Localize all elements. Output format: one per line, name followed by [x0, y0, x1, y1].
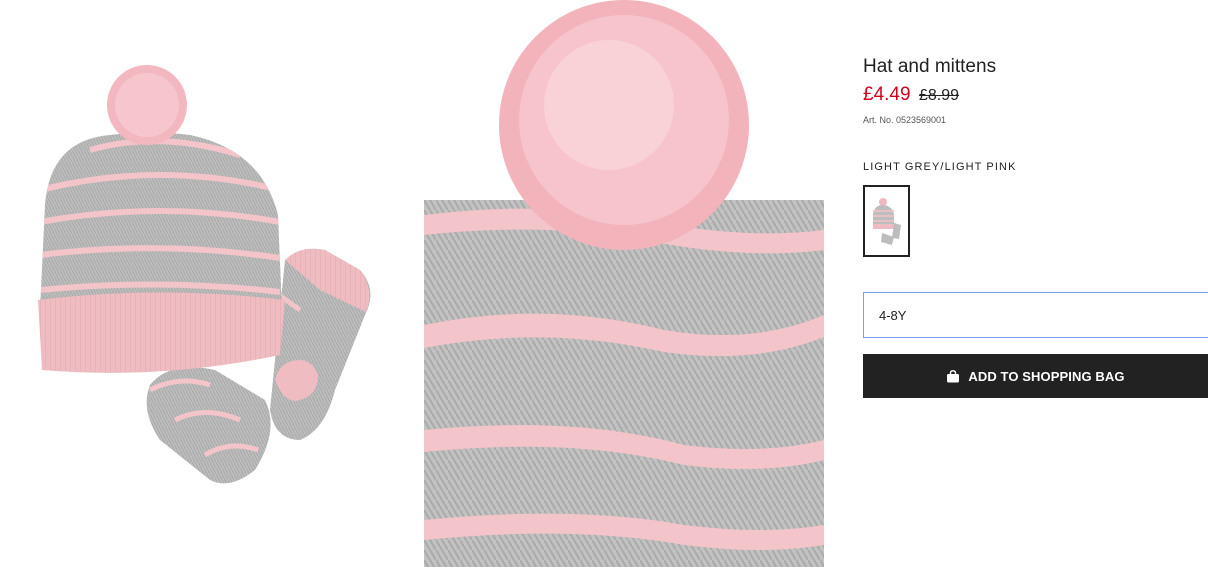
add-to-shopping-bag-button[interactable]: ADD TO SHOPPING BAG [863, 354, 1208, 398]
shopping-bag-icon [946, 369, 960, 383]
color-swatch-light-grey-light-pink[interactable] [863, 185, 910, 257]
product-title: Hat and mittens [863, 56, 997, 77]
size-selector-value: 4-8Y [879, 307, 907, 323]
swatch-thumbnail [873, 198, 901, 245]
product-details-panel: Hat and mittens £4.49 £8.99 Art. No. 052… [863, 0, 1208, 567]
product-image-main[interactable] [0, 0, 410, 567]
original-price: £8.99 [919, 87, 960, 104]
sale-price: £4.49 [863, 84, 911, 105]
color-name: LIGHT GREY/LIGHT PINK [863, 161, 1017, 173]
article-number: Art. No. 0523569001 [863, 115, 947, 125]
add-to-shopping-bag-label: ADD TO SHOPPING BAG [968, 368, 1125, 384]
size-selector[interactable]: 4-8Y [863, 292, 1208, 338]
product-image-detail[interactable] [424, 0, 824, 567]
price-row: £4.49 £8.99 [863, 84, 959, 106]
